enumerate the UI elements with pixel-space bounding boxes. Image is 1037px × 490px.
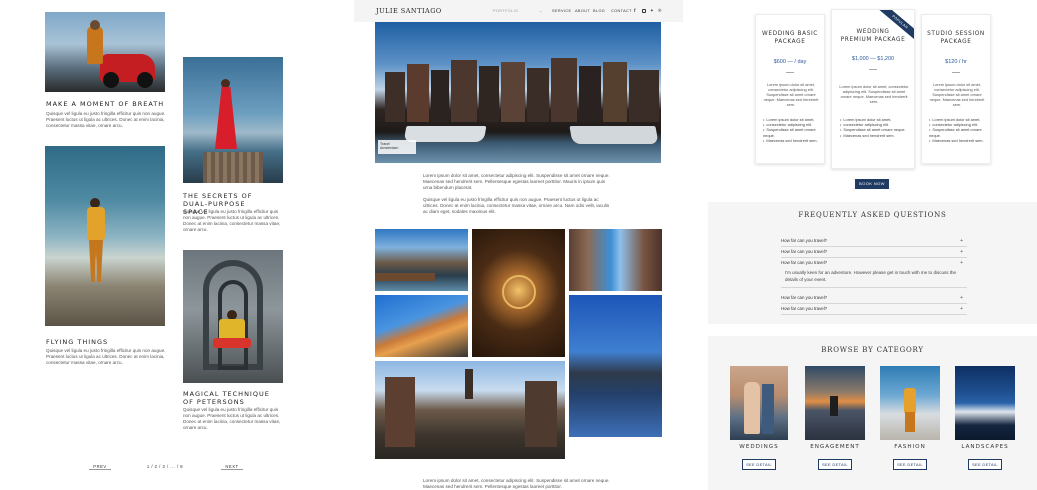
portfolio-excerpt-3: Quisque vel ligula eu justo fringilla ef… <box>46 348 166 365</box>
twitter-icon[interactable]: ✦ <box>650 8 654 14</box>
gallery-photo-street[interactable] <box>569 229 662 291</box>
pagination-next[interactable]: NEXT <box>221 464 243 470</box>
faq-question-text: How far can you travel? <box>781 295 828 300</box>
plus-icon: + <box>960 306 963 312</box>
facebook-icon[interactable]: f <box>634 8 636 13</box>
pricing-card-features: Lorem ipsum dolor sit amet, consectetur … <box>929 117 991 143</box>
category-label-engagement[interactable]: ENGAGEMENT <box>797 444 873 450</box>
pricing-feature: Suspendisse sit amet ornare neque. <box>840 127 912 132</box>
site-logo[interactable]: JULIE SANTIAGO <box>376 7 442 15</box>
gallery-photo-canal-boats[interactable] <box>375 229 468 291</box>
pricing-card-title: STUDIO SESSION PACKAGE <box>927 31 985 45</box>
category-label-fashion[interactable]: FASHION <box>872 444 948 450</box>
pricing-card-price: $120 / hr <box>945 59 967 65</box>
gallery-photo-canal-night[interactable] <box>569 295 662 437</box>
faq-question[interactable]: How far can you travel? + <box>781 236 967 247</box>
pricing-card-title: WEDDING BASIC PACKAGE <box>762 31 818 45</box>
faq-question-text: How far can you travel? <box>781 238 828 243</box>
faq-answer: I'm usually keen for an adventure. Howev… <box>785 270 956 282</box>
pagination-pages[interactable]: 1 / 2 / 3 / ... / 8 <box>140 464 190 469</box>
pricing-card-basic: WEDDING BASIC PACKAGE $600 — / day Lorem… <box>755 14 825 164</box>
category-photo-weddings[interactable] <box>730 366 788 440</box>
pricing-feature: Maecenas sed hendrerit sem. <box>840 133 912 138</box>
plus-icon: + <box>960 295 963 301</box>
portfolio-photo-tunnel[interactable] <box>183 250 283 383</box>
portfolio-photo-red-dress[interactable] <box>183 57 283 183</box>
pinterest-icon[interactable]: ℗ <box>658 8 661 13</box>
category-photo-landscapes[interactable] <box>955 366 1015 440</box>
pricing-card-studio: STUDIO SESSION PACKAGE $120 / hr Lorem i… <box>921 14 991 164</box>
chevron-down-icon: ⌄ <box>539 8 543 13</box>
category-photo-engagement[interactable] <box>805 366 865 440</box>
faq-question[interactable]: How far can you travel? + <box>781 293 967 304</box>
pricing-card-premium: POPULAR WEDDING PREMIUM PACKAGE $1,000 —… <box>831 9 915 169</box>
pricing-card-text: Lorem ipsum dolor sit amet, consectetur … <box>929 82 985 107</box>
pricing-card-price: $600 — / day <box>773 59 807 65</box>
pricing-card-text: Lorem ipsum dolor sit amet, consectetur … <box>839 84 909 104</box>
pricing-feature: Suspendisse sit amet ornare neque. <box>929 127 991 137</box>
blog-paragraph-2: Quisque vel ligula eu justo fringilla ef… <box>423 197 610 214</box>
pricing-card-features: Lorem ipsum dolor sit amet, consectetur … <box>763 117 825 143</box>
category-label-weddings[interactable]: WEDDINGS <box>722 444 796 450</box>
see-detail-button-weddings[interactable]: SEE DETAIL <box>742 459 776 470</box>
site-header: JULIE SANTIAGO PORTFOLIO ⌄ SERVICE ABOUT… <box>354 0 683 22</box>
faq-question-text: How far can you travel? <box>781 306 828 311</box>
category-title: BROWSE BY CATEGORY <box>821 346 924 354</box>
category-photo-fashion[interactable] <box>880 366 940 440</box>
portfolio-excerpt-1: Quisque vel ligula eu justo fringilla ef… <box>46 111 166 128</box>
blog-paragraph-3: Lorem ipsum dolor sit amet, consectetur … <box>423 478 610 489</box>
minus-icon: + <box>960 260 963 266</box>
gallery-photo-church[interactable] <box>375 361 565 459</box>
pricing-card-price: $1,000 — $1,200 <box>851 56 895 62</box>
faq-question-text: How far can you travel? <box>781 260 828 265</box>
portfolio-title-1[interactable]: MAKE A MOMENT OF BREATH <box>46 100 166 108</box>
nav-service[interactable]: SERVICE <box>552 9 571 13</box>
blog-paragraph-1: Lorem ipsum dolor sit amet, consectetur … <box>423 173 610 190</box>
nav-blog[interactable]: BLOG <box>593 9 605 13</box>
pricing-feature: Suspendisse sit amet ornare neque. <box>763 127 825 137</box>
faq-question[interactable]: How far can you travel? + <box>781 304 967 315</box>
hero-caption-box: Travel Amsterdam <box>378 140 416 154</box>
pricing-card-title: WEDDING PREMIUM PACKAGE <box>840 29 906 43</box>
pagination-prev[interactable]: PREV <box>89 464 111 470</box>
portfolio-title-4[interactable]: MAGICAL TECHNIQUE OF PETERSONS <box>183 390 283 406</box>
pricing-feature: Maecenas sed hendrerit sem. <box>763 138 825 143</box>
pricing-card-text: Lorem ipsum dolor sit amet, consectetur … <box>763 82 819 107</box>
category-label-landscapes[interactable]: LANDSCAPES <box>947 444 1023 450</box>
hero-caption-place: Amsterdam <box>380 146 399 150</box>
nav-about[interactable]: ABOUT <box>575 9 590 13</box>
faq-question-text: How far can you travel? <box>781 249 828 254</box>
portfolio-excerpt-2: Quisque vel ligula eu justo fringilla ef… <box>183 209 281 232</box>
plus-icon: + <box>960 238 963 244</box>
nav-portfolio[interactable]: PORTFOLIO <box>493 9 518 13</box>
gallery-photo-balcony[interactable] <box>375 295 468 357</box>
pricing-card-features: Lorem ipsum dolor sit amet, consectetur … <box>840 117 912 138</box>
instagram-icon[interactable] <box>642 9 646 13</box>
faq-question[interactable]: How far can you travel? + <box>781 258 967 269</box>
book-now-button[interactable]: BOOK NOW <box>855 179 889 189</box>
see-detail-button-fashion[interactable]: SEE DETAIL <box>893 459 927 470</box>
see-detail-button-landscapes[interactable]: SEE DETAIL <box>968 459 1002 470</box>
pricing-feature: Maecenas sed hendrerit sem. <box>929 138 991 143</box>
portfolio-photo-sea-rocks[interactable] <box>45 146 165 326</box>
see-detail-button-engagement[interactable]: SEE DETAIL <box>818 459 852 470</box>
plus-icon: + <box>960 249 963 255</box>
gallery-photo-chandelier[interactable] <box>472 229 565 357</box>
hero-photo: Travel Amsterdam <box>375 22 661 163</box>
faq-title: FREQUENTLY ASKED QUESTIONS <box>798 211 947 219</box>
portfolio-photo-motorbike[interactable] <box>45 12 165 92</box>
faq-question[interactable]: How far can you travel? + <box>781 247 967 258</box>
portfolio-excerpt-4: Quisque vel ligula eu justo fringilla ef… <box>183 407 281 430</box>
nav-contact[interactable]: CONTACT <box>611 9 632 13</box>
portfolio-title-3[interactable]: FLYING THINGS <box>46 338 166 346</box>
